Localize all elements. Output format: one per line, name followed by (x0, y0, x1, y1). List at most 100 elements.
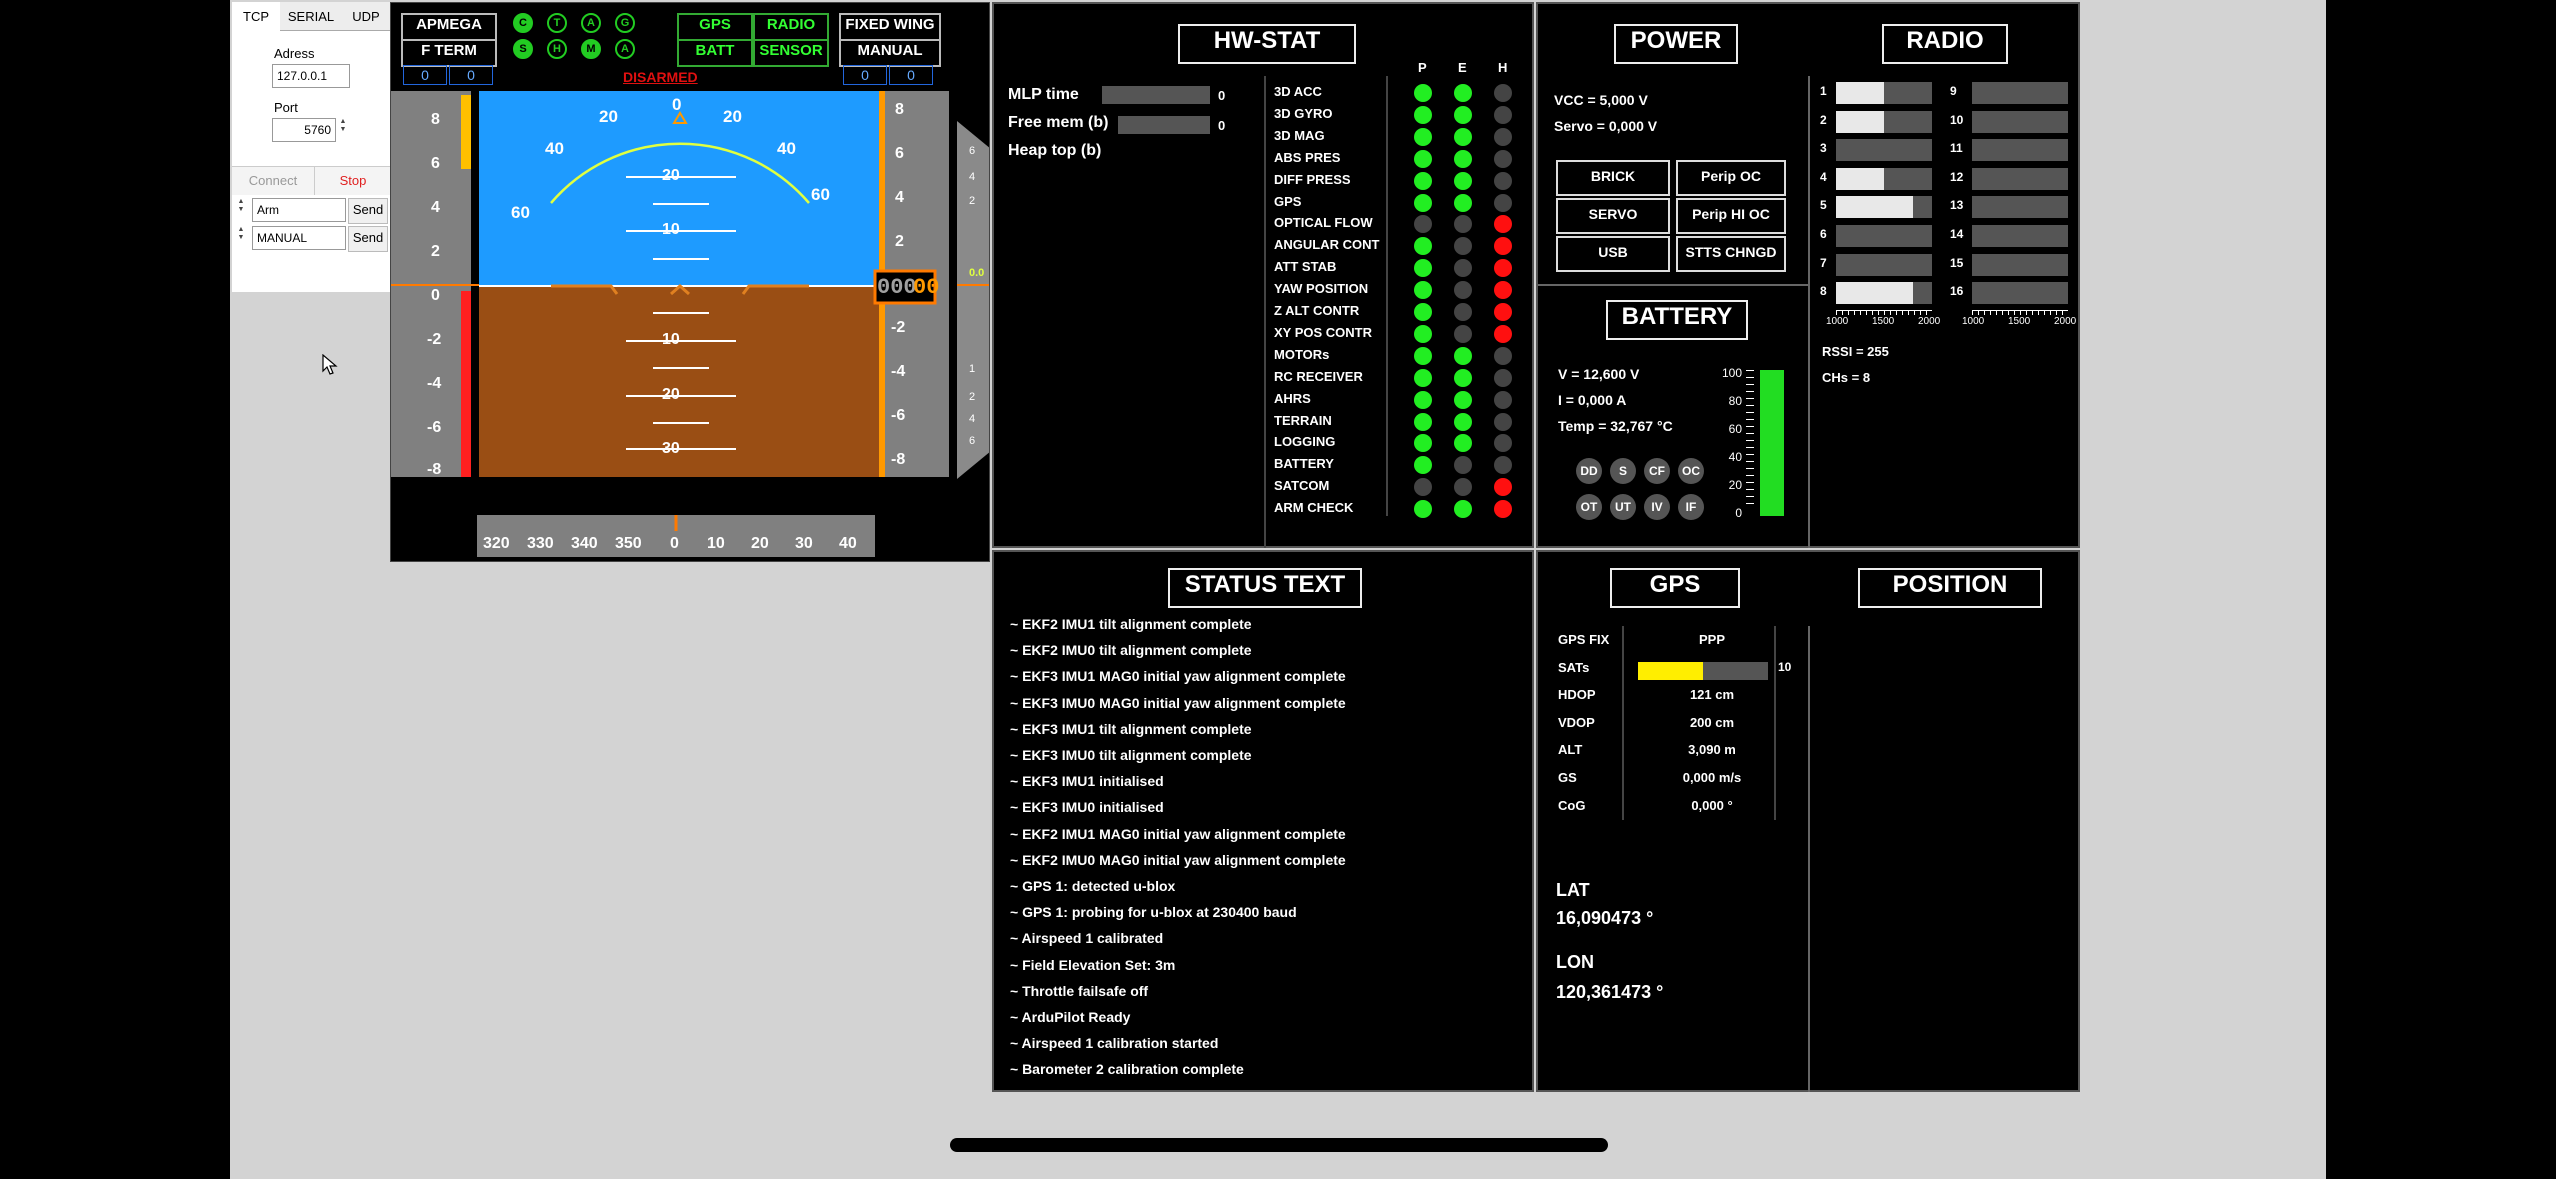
altitude-label: 6 (895, 145, 904, 162)
sensor-status-dot (1494, 478, 1512, 497)
sensor-label: ARM CHECK (1274, 500, 1354, 516)
sensor-status-dot (1414, 215, 1432, 234)
sensor-status-dot (1414, 303, 1432, 321)
gps-status-button[interactable]: GPS (677, 13, 753, 41)
indicator-h: H (547, 39, 567, 59)
metric-value: 0 (1218, 118, 1226, 133)
indicator-g: G (615, 13, 635, 33)
sensor-label: OPTICAL FLOW (1274, 215, 1373, 231)
tab-serial[interactable]: SERIAL (280, 2, 343, 31)
pitch-label-up-20: 20 (662, 167, 680, 184)
command-stepper-1[interactable]: ▲ ▼ (236, 198, 246, 214)
radio-channel-bar (1972, 139, 2068, 162)
gps-row-label: SATs (1558, 659, 1590, 675)
tab-tcp[interactable]: TCP (232, 2, 281, 30)
right-value-1: 0 (843, 65, 887, 85)
radio-channel-bar (1836, 110, 1932, 133)
sensor-status-dot (1414, 412, 1432, 431)
command-stepper-2[interactable]: ▲ ▼ (236, 226, 246, 242)
sensor-status-dot (1494, 237, 1512, 256)
sensor-status-dot (1414, 346, 1432, 365)
sensor-status-dot (1454, 412, 1472, 431)
send-button-2[interactable]: Send (348, 226, 388, 252)
port-stepper[interactable]: ▲ ▼ (338, 118, 348, 134)
command-field-2[interactable]: MANUAL (252, 226, 346, 250)
sensor-status-dot (1414, 171, 1432, 190)
sensor-status-dot (1414, 237, 1432, 256)
speed-warning-band (461, 291, 471, 477)
gps-row-label: VDOP (1558, 714, 1595, 730)
command-field-1[interactable]: Arm (252, 198, 346, 222)
battery-flag-ut: UT (1610, 494, 1636, 520)
sensor-label: BATTERY (1274, 456, 1334, 472)
radio-status-button[interactable]: RADIO (753, 13, 829, 41)
sensor-status-dot (1414, 281, 1432, 300)
sensor-label: ABS PRES (1274, 149, 1341, 165)
perip-hi-oc-button[interactable]: Perip HI OC (1676, 198, 1786, 234)
heading-label: 20 (751, 535, 769, 552)
battery-flag-iv: IV (1644, 494, 1670, 520)
sensor-label: TERRAIN (1274, 412, 1332, 428)
gps-position-panel: GPS POSITION GPS FIX PPP SATs 10 HDOP 121 cm V… (1536, 550, 2080, 1092)
altitude-label: -4 (891, 363, 906, 380)
port-field[interactable]: 5760 (272, 118, 336, 142)
perip-oc-button[interactable]: Perip OC (1676, 160, 1786, 196)
stop-button[interactable]: Stop (314, 166, 391, 195)
board-type-button[interactable]: APMEGA (401, 13, 497, 41)
status-text-title: STATUS TEXT (1168, 568, 1362, 608)
radio-channel-bar (1836, 167, 1932, 190)
sensor-status-dot (1494, 303, 1512, 321)
gps-row-label: HDOP (1558, 687, 1596, 703)
indicator-c: C (513, 13, 533, 33)
sensor-status-dot (1494, 171, 1512, 190)
sensor-status-dot (1454, 500, 1472, 519)
batt-status-button[interactable]: BATT (677, 39, 753, 67)
radio-title: RADIO (1882, 24, 2008, 64)
altitude-label: -2 (891, 319, 906, 336)
status-line: ~ Airspeed 1 calibration started (1010, 1035, 1219, 1052)
servo-button[interactable]: SERVO (1556, 198, 1670, 234)
armed-state-label: DISARMED (623, 69, 698, 85)
hud-panel: APMEGA F TERM 0 0 C T A G S H M A GPS RA… (390, 2, 990, 562)
indicator-s: S (513, 39, 533, 59)
channels-count: CHs = 8 (1822, 370, 1871, 385)
radio-channel-label: 4 (1820, 169, 1827, 184)
stts-chngd-button[interactable]: STTS CHNGD (1676, 236, 1786, 272)
connect-button[interactable]: Connect (232, 166, 314, 195)
sensor-label: 3D ACC (1274, 84, 1322, 99)
indicator-a2: A (615, 39, 635, 59)
flight-mode-button[interactable]: MANUAL (839, 39, 941, 67)
column-header-p: P (1418, 60, 1427, 75)
sensor-label: GPS (1274, 193, 1302, 209)
radio-channel-bar (1972, 110, 2068, 133)
sensor-status-dot (1454, 149, 1472, 168)
sensor-label: ANGULAR CONT (1274, 237, 1380, 253)
radio-channel-bar (1972, 225, 2068, 247)
radio-channels: 1 2 3 4 5 6 7 8 1000 1500 2000 9 10 11 12 13 14 15 16 1000 1… (1810, 76, 2080, 336)
roll-label-20-right: 20 (723, 107, 742, 126)
radio-channel-label: 9 (1950, 84, 1957, 98)
sensor-status-button[interactable]: SENSOR (753, 39, 829, 67)
terminal-button[interactable]: F TERM (401, 39, 497, 67)
radio-scale-label: 2000 (1918, 316, 1941, 327)
sensor-label: LOGGING (1274, 434, 1336, 450)
divider (1538, 284, 1810, 286)
speed-label: 2 (431, 243, 440, 260)
sensor-status-dot (1454, 434, 1472, 453)
sensor-status-dot (1494, 127, 1512, 146)
status-line: ~ EKF2 IMU0 tilt alignment complete (1010, 642, 1252, 659)
usb-button[interactable]: USB (1556, 236, 1670, 272)
sensor-status-dot (1494, 259, 1512, 278)
address-field[interactable]: 127.0.0.1 (272, 64, 350, 88)
vsi-label: 2 (969, 391, 976, 403)
sensor-status-dot (1494, 412, 1512, 431)
radio-channel-bar (1972, 253, 2068, 276)
vehicle-type-button[interactable]: FIXED WING (839, 13, 941, 41)
brick-button[interactable]: BRICK (1556, 160, 1670, 196)
home-indicator[interactable] (950, 1138, 1608, 1152)
status-line: ~ Airspeed 1 calibrated (1010, 930, 1164, 947)
send-button-1[interactable]: Send (348, 198, 388, 224)
radio-channel-fill (1836, 110, 1884, 133)
vsi-label: 4 (969, 413, 976, 425)
tab-udp[interactable]: UDP (342, 2, 391, 31)
